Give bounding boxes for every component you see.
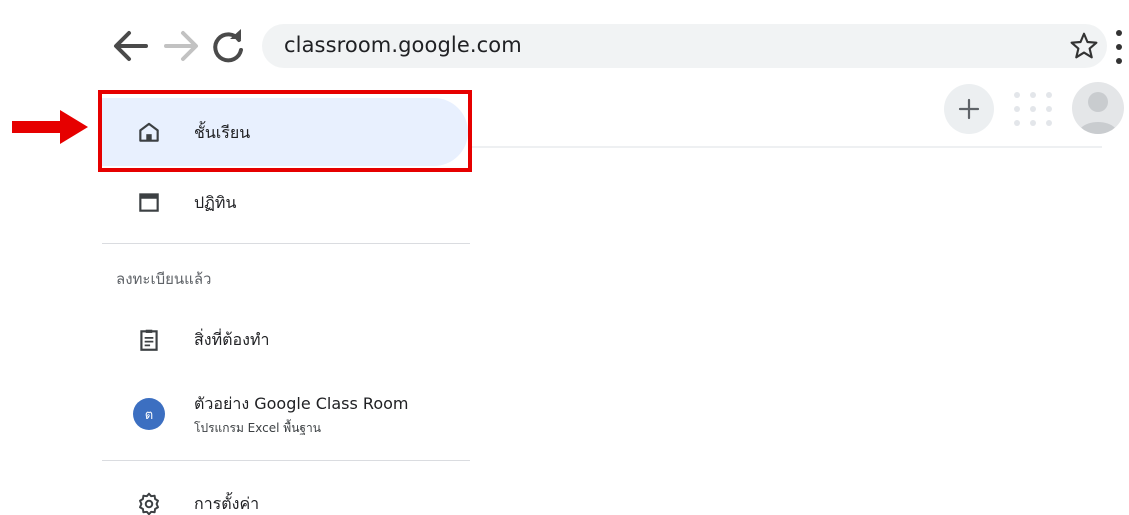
class-subtitle: โปรแกรม Excel พื้นฐาน [194, 421, 321, 435]
bookmark-button[interactable] [1066, 28, 1102, 64]
sidebar-divider [102, 243, 470, 244]
reload-button[interactable] [208, 26, 248, 66]
create-class-button[interactable] [944, 84, 994, 134]
sidebar-item-todo[interactable]: สิ่งที่ต้องทำ [194, 328, 269, 353]
url-text[interactable]: classroom.google.com [284, 33, 522, 57]
sidebar-divider [102, 460, 470, 461]
highlight-box-annotation [98, 90, 472, 172]
apps-grid-button[interactable] [1012, 90, 1056, 130]
person-icon [1078, 92, 1118, 134]
arrow-left-icon [114, 31, 148, 61]
screenshot-root: classroom.google.com ชั้นเรียน ปฏิทิน ลง… [0, 0, 1129, 515]
clipboard-icon [135, 326, 163, 354]
sidebar-item-calendar[interactable]: ปฏิทิน [194, 191, 236, 216]
class-title[interactable]: ตัวอย่าง Google Class Room [194, 392, 409, 417]
header-divider [472, 146, 1102, 148]
browser-menu-button[interactable] [1112, 28, 1126, 66]
reload-icon [213, 29, 243, 63]
sidebar-item-settings[interactable]: การตั้งค่า [194, 492, 259, 515]
kebab-menu-icon [1116, 30, 1122, 36]
gear-icon [135, 490, 163, 515]
back-button[interactable] [110, 26, 150, 66]
apps-grid-icon [1014, 92, 1020, 98]
red-arrow-annotation [12, 110, 88, 144]
account-avatar[interactable] [1072, 82, 1124, 134]
enrolled-section-title: ลงทะเบียนแล้ว [116, 270, 212, 288]
star-outline-icon [1070, 32, 1098, 59]
forward-button[interactable] [162, 26, 202, 66]
class-avatar: ต [133, 398, 165, 430]
plus-icon [958, 98, 980, 120]
arrow-right-icon [164, 31, 198, 61]
calendar-icon [135, 188, 163, 216]
